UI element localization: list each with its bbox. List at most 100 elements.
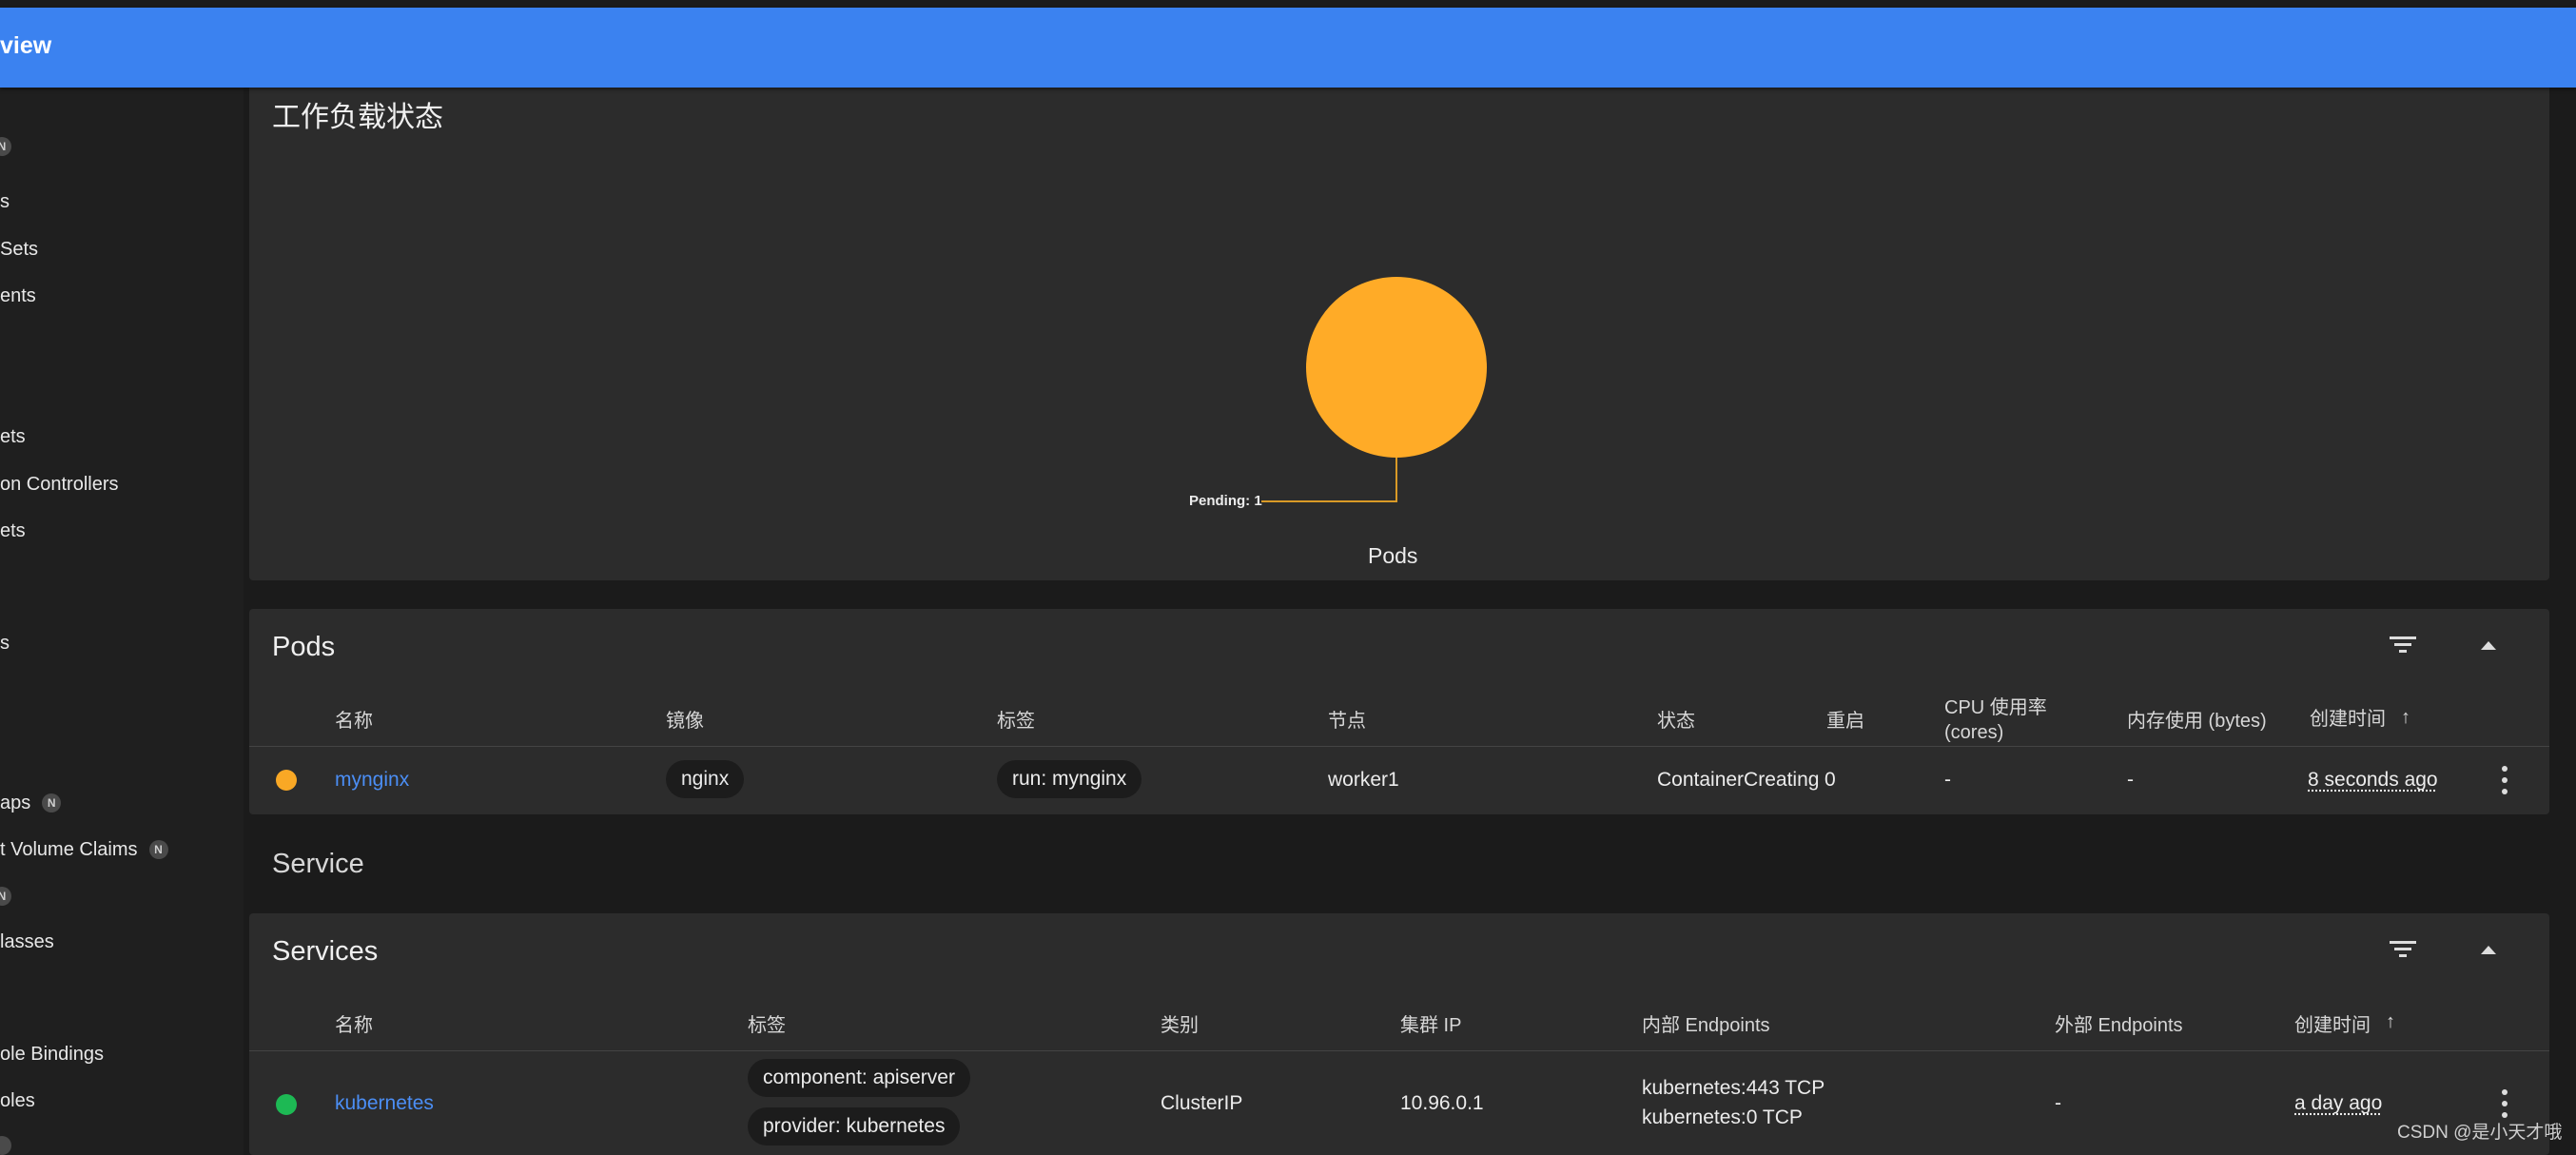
sidebar-item[interactable]: Sets — [0, 235, 38, 264]
sidebar-item-label: s — [0, 191, 10, 212]
sidebar-item-label: ets — [0, 426, 26, 447]
service-cluster-ip: 10.96.0.1 — [1400, 1092, 1484, 1114]
pie-slice-pending — [1306, 277, 1487, 458]
more-vert-icon[interactable] — [2490, 1086, 2519, 1124]
column-name: 名称 — [335, 1015, 373, 1036]
column-external-endpoints: 外部 Endpoints — [2055, 1015, 2183, 1036]
sidebar-item[interactable] — [0, 1131, 11, 1155]
sidebar-item-label: ets — [0, 520, 26, 541]
new-badge: N — [0, 887, 11, 906]
collapse-button[interactable] — [2469, 626, 2508, 664]
pod-name-link[interactable]: mynginx — [335, 768, 409, 793]
app-bar-title: view — [0, 32, 52, 59]
external-endpoint: - — [2055, 1092, 2061, 1114]
services-card-title: Services — [272, 936, 379, 967]
column-created[interactable]: 创建时间 — [2294, 1014, 2371, 1037]
column-restarts: 重启 — [1826, 711, 1864, 732]
label-chip: run: mynginx — [997, 760, 1142, 798]
sidebar-item[interactable]: t Volume Claims N — [0, 835, 168, 864]
sort-arrow-icon[interactable]: ↑ — [2386, 1010, 2395, 1033]
column-internal-endpoints: 内部 Endpoints — [1642, 1015, 1770, 1036]
column-name: 名称 — [335, 711, 373, 732]
filter-icon — [2390, 941, 2416, 957]
label-chip: provider: kubernetes — [748, 1107, 961, 1145]
new-badge: N — [0, 137, 11, 156]
service-name-link[interactable]: kubernetes — [335, 1091, 434, 1116]
service-section-title: Service — [272, 849, 364, 879]
pod-cpu: - — [1944, 769, 1951, 791]
sidebar-item-label: s — [0, 633, 10, 654]
image-chip: nginx — [666, 760, 745, 798]
sidebar-item[interactable]: s — [0, 187, 10, 216]
more-vert-icon[interactable] — [2490, 762, 2519, 800]
internal-endpoint: kubernetes:443 TCP — [1642, 1077, 1825, 1099]
sidebar-item-label: aps — [0, 793, 31, 813]
arrow-up-icon — [2481, 641, 2496, 650]
new-badge: N — [42, 793, 62, 812]
pods-pie-chart — [1261, 277, 1487, 502]
collapse-button[interactable] — [2469, 930, 2508, 969]
sidebar-item-label: t Volume Claims — [0, 839, 138, 860]
column-labels: 标签 — [997, 711, 1035, 732]
filter-icon — [2390, 636, 2416, 653]
sidebar-item-label: lasses — [0, 931, 54, 952]
services-card: Services 名称 标签 类别 集群 IP 内部 Endpoints 外部 … — [249, 913, 2549, 1155]
status-running-icon — [276, 1094, 297, 1115]
sort-arrow-icon[interactable]: ↑ — [2401, 706, 2410, 729]
sidebar-item-label: on Controllers — [0, 474, 119, 495]
sidebar-item[interactable]: aps N — [0, 789, 62, 817]
column-image: 镜像 — [666, 711, 704, 732]
new-badge — [0, 1136, 11, 1155]
service-created[interactable]: a day ago — [2294, 1091, 2382, 1116]
column-labels: 标签 — [748, 1015, 786, 1036]
pod-memory: - — [2127, 769, 2134, 791]
column-cpu-unit: (cores) — [1944, 722, 2004, 743]
sidebar-item[interactable]: ets — [0, 517, 26, 545]
new-badge: N — [148, 840, 168, 859]
pie-leader-line — [1261, 458, 1397, 502]
label-chip: component: apiserver — [748, 1059, 970, 1097]
watermark: CSDN @是小天才哦 — [2397, 1123, 2563, 1143]
pie-chart-title: Pods — [1368, 543, 1418, 568]
sidebar-item[interactable]: ets — [0, 422, 26, 451]
sidebar-item[interactable]: lasses — [0, 928, 54, 956]
sidebar-item[interactable]: N — [0, 882, 11, 910]
column-cluster-ip: 集群 IP — [1400, 1015, 1462, 1036]
pod-restarts: 0 — [1825, 769, 1836, 791]
arrow-up-icon — [2481, 946, 2496, 954]
sidebar-item-label: ole Bindings — [0, 1044, 104, 1065]
pods-card: Pods 名称 镜像 标签 节点 状态 重启 CPU 使用率 (cores) 内… — [249, 609, 2549, 814]
sidebar-item[interactable]: s — [0, 629, 10, 657]
app-bar: view — [0, 8, 2576, 88]
sidebar-item[interactable]: on Controllers — [0, 470, 119, 499]
column-cpu: CPU 使用率 — [1944, 697, 2047, 718]
sidebar-item-label: oles — [0, 1090, 35, 1111]
table-row[interactable]: kubernetes component: apiserver provider… — [249, 1051, 2549, 1155]
sidebar-item[interactable]: oles — [0, 1086, 35, 1115]
main-content: 工作负载状态 Pending: 1 Pods Pods 名称 镜像 标签 节点 … — [244, 69, 2576, 1155]
sidebar-item-label: Sets — [0, 239, 39, 260]
workload-status-card: 工作负载状态 Pending: 1 Pods — [249, 69, 2549, 580]
sidebar-item[interactable]: ole Bindings — [0, 1040, 104, 1068]
sidebar-item-label: ents — [0, 285, 36, 306]
table-row[interactable]: mynginx nginx run: mynginx worker1 Conta… — [249, 747, 2549, 813]
filter-button[interactable] — [2384, 626, 2422, 664]
column-memory: 内存使用 (bytes) — [2127, 711, 2267, 732]
pod-status: ContainerCreating — [1657, 769, 1820, 791]
window-top-strip — [0, 0, 2576, 8]
pod-created[interactable]: 8 seconds ago — [2308, 768, 2438, 793]
pods-card-title: Pods — [272, 632, 336, 662]
column-status: 状态 — [1657, 711, 1695, 732]
status-pending-icon — [276, 770, 297, 791]
sidebar-item[interactable]: ents — [0, 282, 36, 310]
sidebar-item[interactable]: N — [0, 132, 11, 161]
sidebar: Ns Sets ents ets on Controllers ets s aps Nt Vol… — [0, 88, 244, 1155]
pod-node: worker1 — [1328, 769, 1399, 791]
column-created[interactable]: 创建时间 — [2310, 708, 2386, 731]
pie-slice-label: Pending: 1 — [1189, 493, 1262, 509]
column-node: 节点 — [1328, 711, 1366, 732]
internal-endpoint: kubernetes:0 TCP — [1642, 1106, 1803, 1128]
service-type: ClusterIP — [1161, 1092, 1243, 1114]
filter-button[interactable] — [2384, 930, 2422, 969]
column-type: 类别 — [1161, 1015, 1199, 1036]
